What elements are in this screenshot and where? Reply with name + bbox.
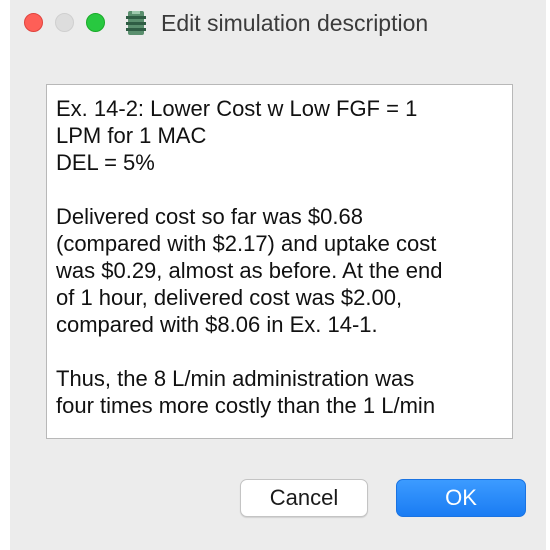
description-textarea[interactable]: Ex. 14-2: Lower Cost w Low FGF = 1 LPM f… (46, 84, 513, 439)
minimize-window-button[interactable] (55, 13, 74, 32)
description-text: Ex. 14-2: Lower Cost w Low FGF = 1 LPM f… (56, 96, 443, 418)
app-icon (126, 11, 146, 35)
close-window-button[interactable] (24, 13, 43, 32)
cancel-button[interactable]: Cancel (240, 479, 368, 517)
dialog-window: Edit simulation description Ex. 14-2: Lo… (10, 0, 546, 550)
ok-button[interactable]: OK (396, 479, 526, 517)
maximize-window-button[interactable] (86, 13, 105, 32)
title-bar[interactable]: Edit simulation description (10, 0, 546, 44)
window-title: Edit simulation description (161, 10, 429, 36)
